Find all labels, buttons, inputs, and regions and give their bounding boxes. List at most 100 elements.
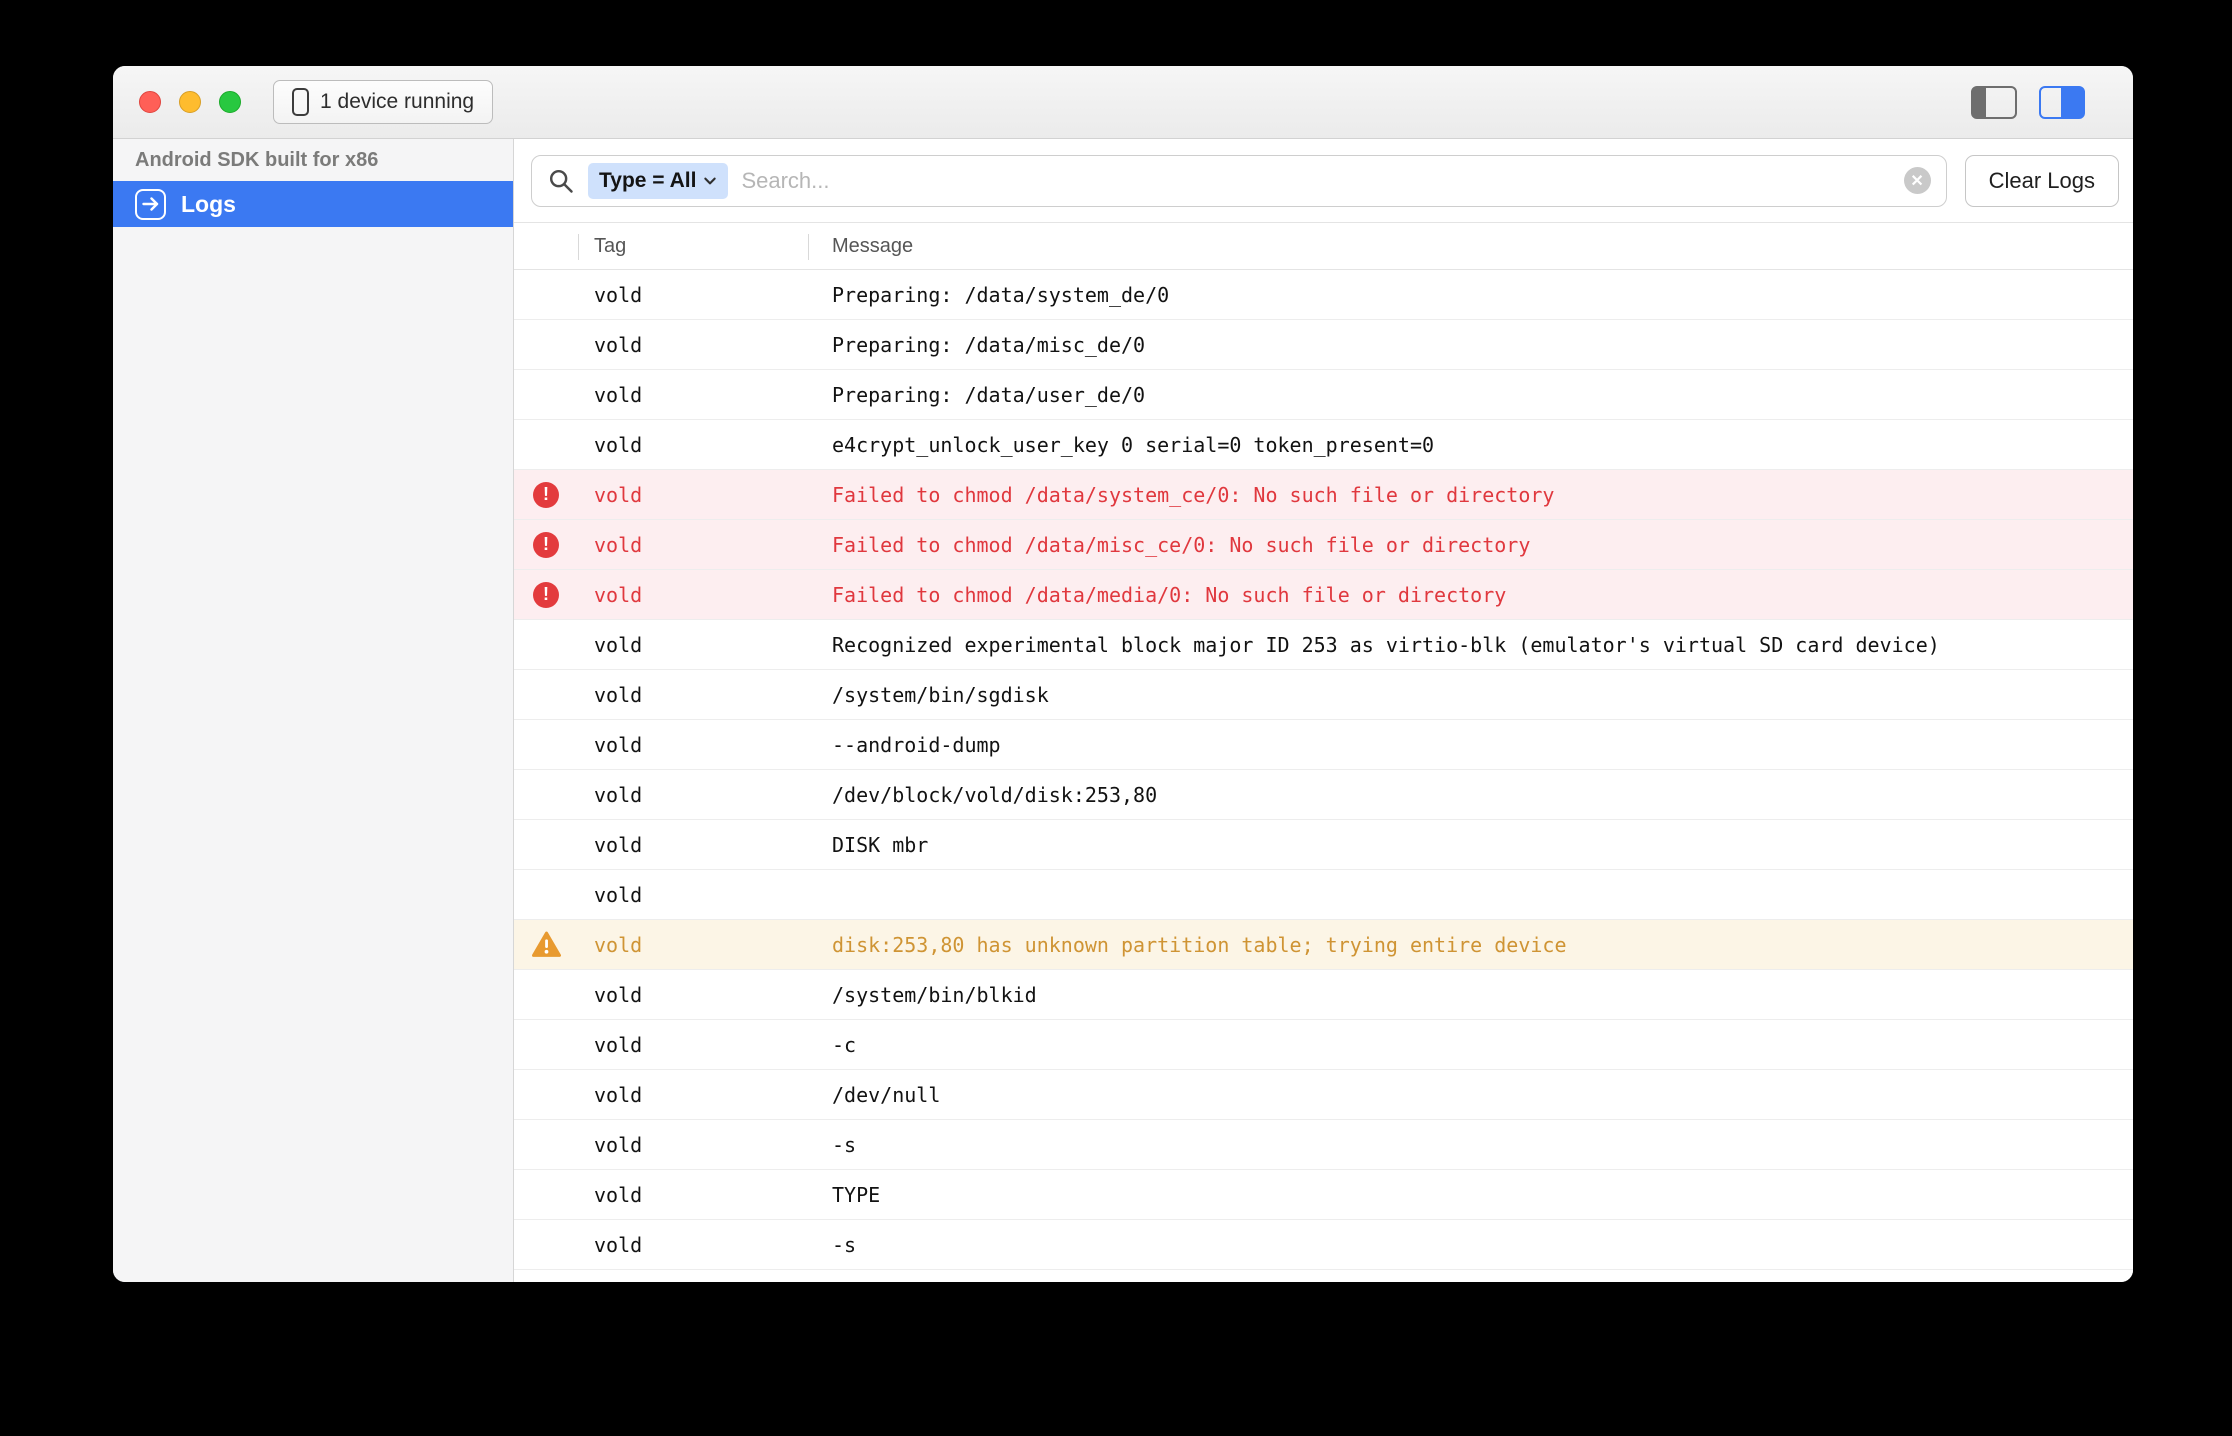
error-icon: ! bbox=[533, 482, 559, 508]
log-tag-cell: vold bbox=[578, 883, 808, 907]
main-panel: Type = All ✕ Clear Logs Tag Message bbox=[514, 139, 2133, 1282]
panel-toggles bbox=[1971, 86, 2085, 119]
log-tag-cell: vold bbox=[578, 533, 808, 557]
log-message-cell: /dev/null bbox=[808, 1083, 2133, 1107]
device-running-button[interactable]: 1 device running bbox=[273, 80, 493, 124]
log-row[interactable]: vold /dev/null bbox=[514, 1070, 2133, 1120]
column-header-level bbox=[514, 223, 578, 269]
filter-type-token[interactable]: Type = All bbox=[588, 163, 728, 199]
error-icon: ! bbox=[533, 582, 559, 608]
log-message-cell: Preparing: /data/user_de/0 bbox=[808, 383, 2133, 407]
log-tag-cell: vold bbox=[578, 983, 808, 1007]
log-message-cell: Recognized experimental block major ID 2… bbox=[808, 633, 2133, 657]
zoom-button[interactable] bbox=[219, 91, 241, 113]
search-field[interactable]: Type = All ✕ bbox=[531, 155, 1947, 207]
log-tag-cell: vold bbox=[578, 333, 808, 357]
log-toolbar: Type = All ✕ Clear Logs bbox=[514, 139, 2133, 222]
log-row[interactable]: vold Preparing: /data/misc_de/0 bbox=[514, 320, 2133, 370]
log-level-cell bbox=[514, 931, 578, 958]
close-button[interactable] bbox=[139, 91, 161, 113]
log-tag-cell: vold bbox=[578, 633, 808, 657]
log-message-cell: TYPE bbox=[808, 1183, 2133, 1207]
log-row[interactable]: vold /system/bin/sgdisk bbox=[514, 670, 2133, 720]
log-tag-cell: vold bbox=[578, 383, 808, 407]
log-tag-cell: vold bbox=[578, 583, 808, 607]
log-message-cell: Failed to chmod /data/system_ce/0: No su… bbox=[808, 483, 2133, 507]
log-tag-cell: vold bbox=[578, 283, 808, 307]
filter-token-label: Type = All bbox=[599, 169, 696, 193]
log-row[interactable]: vold bbox=[514, 870, 2133, 920]
chevron-down-icon bbox=[703, 176, 717, 186]
titlebar[interactable]: 1 device running bbox=[113, 66, 2133, 139]
log-message-cell: --android-dump bbox=[808, 733, 2133, 757]
logs-arrow-icon bbox=[135, 189, 166, 220]
window-body: Android SDK built for x86 Logs bbox=[113, 139, 2133, 1282]
log-row[interactable]: vold e4crypt_unlock_user_key 0 serial=0 … bbox=[514, 420, 2133, 470]
log-row[interactable]: vold --android-dump bbox=[514, 720, 2133, 770]
clear-logs-button[interactable]: Clear Logs bbox=[1965, 155, 2119, 207]
sidebar: Android SDK built for x86 Logs bbox=[113, 139, 514, 1282]
log-message-cell: /system/bin/blkid bbox=[808, 983, 2133, 1007]
device-running-label: 1 device running bbox=[320, 90, 474, 114]
log-message-cell: disk:253,80 has unknown partition table;… bbox=[808, 933, 2133, 957]
log-level-cell: ! bbox=[514, 482, 578, 508]
log-message-cell: DISK mbr bbox=[808, 833, 2133, 857]
log-row[interactable]: vold /system/bin/blkid bbox=[514, 970, 2133, 1020]
log-level-cell: ! bbox=[514, 532, 578, 558]
log-level-cell: ! bbox=[514, 582, 578, 608]
log-tag-cell: vold bbox=[578, 483, 808, 507]
app-window: 1 device running Android SDK built for x… bbox=[113, 66, 2133, 1282]
log-row[interactable]: vold DISK mbr bbox=[514, 820, 2133, 870]
log-message-cell: e4crypt_unlock_user_key 0 serial=0 token… bbox=[808, 433, 2133, 457]
log-table-header: Tag Message bbox=[514, 222, 2133, 270]
log-tag-cell: vold bbox=[578, 733, 808, 757]
log-rows: vold Preparing: /data/system_de/0 vold P… bbox=[514, 270, 2133, 1282]
log-message-cell: -s bbox=[808, 1133, 2133, 1157]
search-icon bbox=[547, 167, 575, 195]
log-row[interactable]: vold /dev/block/vold/disk:253,80 bbox=[514, 770, 2133, 820]
log-row[interactable]: vold Recognized experimental block major… bbox=[514, 620, 2133, 670]
log-tag-cell: vold bbox=[578, 933, 808, 957]
phone-icon bbox=[292, 88, 309, 116]
log-message-cell: Preparing: /data/system_de/0 bbox=[808, 283, 2133, 307]
log-message-cell: -s bbox=[808, 1233, 2133, 1257]
minimize-button[interactable] bbox=[179, 91, 201, 113]
log-message-cell: /system/bin/sgdisk bbox=[808, 683, 2133, 707]
right-panel-toggle-icon[interactable] bbox=[2039, 86, 2085, 119]
sidebar-item-logs[interactable]: Logs bbox=[113, 181, 513, 227]
log-tag-cell: vold bbox=[578, 1233, 808, 1257]
log-tag-cell: vold bbox=[578, 1183, 808, 1207]
log-tag-cell: vold bbox=[578, 1083, 808, 1107]
log-message-cell: Failed to chmod /data/misc_ce/0: No such… bbox=[808, 533, 2133, 557]
sidebar-item-label: Logs bbox=[181, 191, 236, 218]
clear-search-icon[interactable]: ✕ bbox=[1904, 167, 1931, 194]
column-header-message[interactable]: Message bbox=[808, 223, 2133, 269]
log-row[interactable]: ! vold Failed to chmod /data/media/0: No… bbox=[514, 570, 2133, 620]
log-tag-cell: vold bbox=[578, 783, 808, 807]
log-message-cell: Failed to chmod /data/media/0: No such f… bbox=[808, 583, 2133, 607]
log-row[interactable]: vold TYPE bbox=[514, 1170, 2133, 1220]
log-tag-cell: vold bbox=[578, 683, 808, 707]
sidebar-header: Android SDK built for x86 bbox=[113, 139, 513, 181]
log-message-cell: /dev/block/vold/disk:253,80 bbox=[808, 783, 2133, 807]
log-row[interactable]: vold -s bbox=[514, 1220, 2133, 1270]
log-row[interactable]: ! vold Failed to chmod /data/misc_ce/0: … bbox=[514, 520, 2133, 570]
traffic-lights bbox=[139, 91, 241, 113]
log-row[interactable]: vold disk:253,80 has unknown partition t… bbox=[514, 920, 2133, 970]
log-message-cell: -c bbox=[808, 1033, 2133, 1057]
log-row[interactable]: vold Preparing: /data/system_de/0 bbox=[514, 270, 2133, 320]
log-row[interactable]: vold Preparing: /data/user_de/0 bbox=[514, 370, 2133, 420]
log-tag-cell: vold bbox=[578, 833, 808, 857]
column-header-tag[interactable]: Tag bbox=[578, 223, 808, 269]
search-input[interactable] bbox=[741, 168, 1890, 194]
log-row[interactable]: vold -c bbox=[514, 1020, 2133, 1070]
log-message-cell: Preparing: /data/misc_de/0 bbox=[808, 333, 2133, 357]
log-tag-cell: vold bbox=[578, 1033, 808, 1057]
log-tag-cell: vold bbox=[578, 433, 808, 457]
error-icon: ! bbox=[533, 532, 559, 558]
warning-icon bbox=[532, 931, 561, 958]
left-panel-toggle-icon[interactable] bbox=[1971, 86, 2017, 119]
log-tag-cell: vold bbox=[578, 1133, 808, 1157]
log-row[interactable]: ! vold Failed to chmod /data/system_ce/0… bbox=[514, 470, 2133, 520]
log-row[interactable]: vold -s bbox=[514, 1120, 2133, 1170]
